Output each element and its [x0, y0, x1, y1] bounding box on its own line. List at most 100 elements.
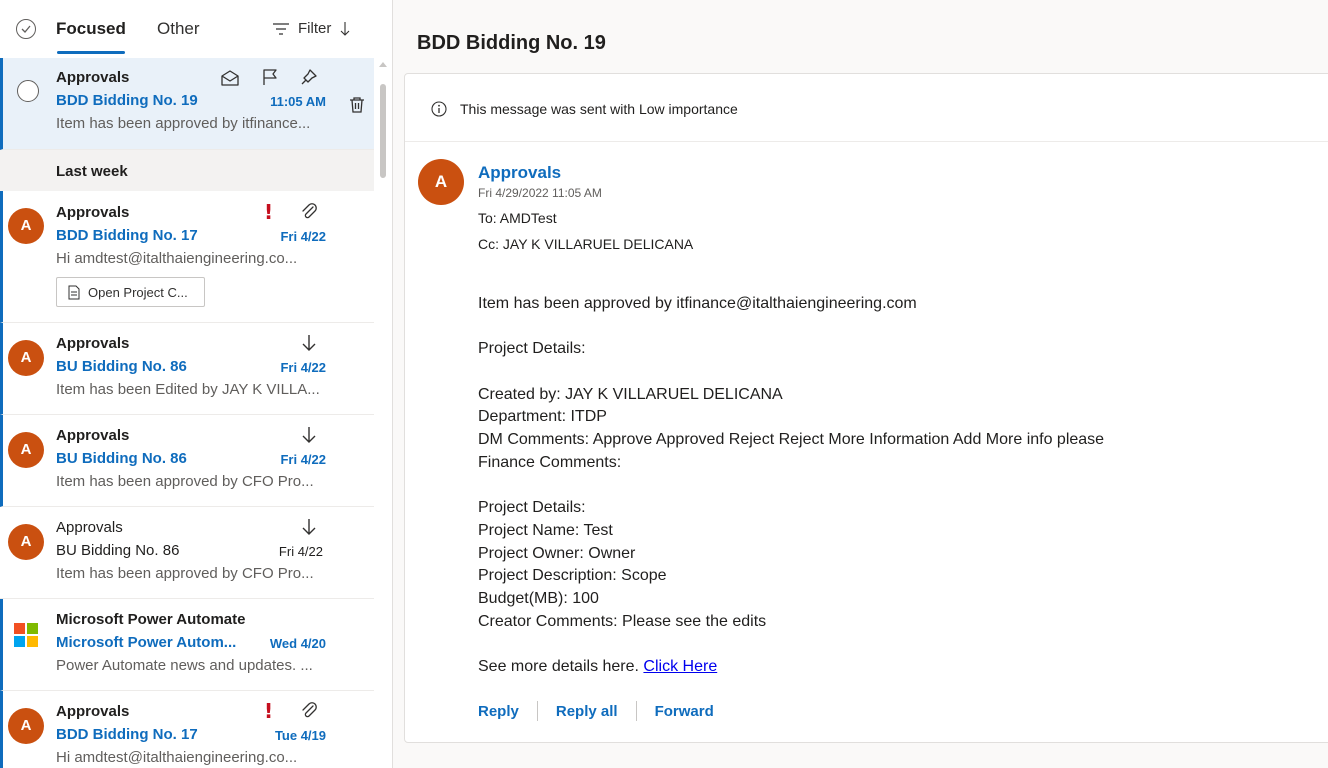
message-time: 11:05 AM [270, 94, 326, 109]
filter-label: Filter [298, 20, 332, 37]
attachment-chip[interactable]: Open Project C... [56, 277, 205, 307]
message-time: Fri 4/22 [278, 544, 323, 559]
avatar: A [8, 432, 44, 468]
body-line: Project Details: [478, 340, 586, 358]
message-body: Item has been approved by itfinance@ital… [478, 293, 1104, 679]
message-time: Wed 4/20 [269, 636, 326, 651]
filter-icon [273, 22, 289, 35]
avatar: A [8, 524, 44, 560]
check-icon [21, 25, 31, 33]
document-icon [68, 285, 80, 299]
sort-arrow-down-icon[interactable] [339, 21, 351, 37]
message-preview: Hi amdtest@italthaiengineering.co... [56, 250, 298, 267]
message-preview: Power Automate news and updates. ... [56, 657, 313, 674]
message-item-selected[interactable]: Approvals BDD Bidding No. 19 11:05 AM It… [0, 58, 374, 150]
message-list-pane: Focused Other Filter Approvals BDD Biddi… [0, 0, 393, 768]
select-all-checkbox[interactable] [16, 19, 36, 39]
message-subject: BU Bidding No. 86 [56, 450, 187, 467]
message-sender: Approvals [56, 427, 130, 444]
tab-focused-underline [57, 51, 125, 54]
attachment-paperclip-icon [300, 701, 318, 719]
message-time: Tue 4/19 [274, 728, 326, 743]
importance-notice-text: This message was sent with Low importanc… [460, 101, 738, 117]
attachment-label: Open Project C... [88, 284, 188, 300]
body-line: Creator Comments: Please see the edits [478, 612, 767, 630]
divider [635, 701, 637, 721]
message-date: Fri 4/29/2022 11:05 AM [478, 186, 602, 200]
avatar: A [8, 340, 44, 376]
message-preview: Item has been approved by itfinance... [56, 115, 311, 132]
message-item[interactable]: A Approvals BU Bidding No. 86 Fri 4/22 I… [0, 323, 374, 415]
message-sender: Microsoft Power Automate [56, 611, 246, 628]
message-sender: Approvals [56, 519, 123, 536]
group-header-label: Last week [56, 163, 128, 180]
message-subject: Microsoft Power Autom... [56, 634, 237, 651]
info-icon [431, 101, 447, 122]
reply-button[interactable]: Reply [478, 703, 519, 720]
tab-focused[interactable]: Focused [56, 19, 126, 39]
message-card: This message was sent with Low importanc… [404, 73, 1328, 743]
reading-pane-title: BDD Bidding No. 19 [417, 32, 606, 54]
message-list-header: Focused Other Filter [0, 0, 392, 58]
click-here-link[interactable]: Click Here [643, 658, 717, 675]
message-subject: BDD Bidding No. 19 [56, 92, 198, 109]
message-time: Fri 4/22 [280, 452, 326, 467]
message-sender: Approvals [56, 204, 130, 221]
message-subject: BDD Bidding No. 17 [56, 227, 198, 244]
message-item[interactable]: A Approvals BDD Bidding No. 17 Tue 4/19 … [0, 691, 374, 768]
flag-icon[interactable] [261, 68, 279, 86]
message-sender: Approvals [56, 703, 130, 720]
recipient-cc: Cc: JAY K VILLARUEL DELICANA [478, 236, 694, 252]
message-sender: Approvals [56, 335, 130, 352]
pin-icon[interactable] [300, 68, 318, 86]
message-item[interactable]: Microsoft Power Automate Microsoft Power… [0, 599, 374, 691]
message-subject: BDD Bidding No. 17 [56, 726, 198, 743]
select-message-radio[interactable] [17, 80, 39, 102]
sender-name[interactable]: Approvals [478, 163, 561, 183]
body-link-prefix: See more details here. [478, 658, 644, 675]
message-preview: Item has been Edited by JAY K VILLA... [56, 381, 320, 398]
microsoft-logo [14, 623, 38, 647]
message-list-scrollbar[interactable] [376, 58, 390, 768]
mark-read-envelope-icon[interactable] [220, 69, 240, 87]
message-item[interactable]: A Approvals BDD Bidding No. 17 Fri 4/22 … [0, 191, 374, 323]
message-sender: Approvals [56, 69, 130, 86]
body-line: Budget(MB): 100 [478, 589, 599, 607]
body-line: Item has been approved by itfinance@ital… [478, 295, 917, 312]
message-preview: Hi amdtest@italthaiengineering.co... [56, 749, 298, 766]
low-importance-arrow-icon [301, 426, 317, 444]
body-line: See more details here. Click Here [478, 656, 1104, 679]
sender-avatar[interactable]: A [418, 159, 464, 205]
scroll-thumb[interactable] [380, 84, 386, 178]
group-header-last-week: Last week [0, 150, 374, 191]
reply-all-button[interactable]: Reply all [556, 703, 618, 720]
filter-button[interactable]: Filter [272, 20, 351, 37]
scroll-up-arrow-icon[interactable] [379, 62, 387, 67]
message-item[interactable]: A Approvals BU Bidding No. 86 Fri 4/22 I… [0, 415, 374, 507]
high-importance-icon: ! [264, 200, 274, 224]
tab-other[interactable]: Other [157, 19, 200, 39]
message-time: Fri 4/22 [280, 229, 326, 244]
body-line: Finance Comments: [478, 453, 622, 471]
message-preview: Item has been approved by CFO Pro... [56, 473, 314, 490]
low-importance-arrow-icon [301, 518, 317, 536]
recipient-to: To: AMDTest [478, 210, 557, 226]
divider [536, 701, 538, 721]
forward-button[interactable]: Forward [655, 703, 714, 720]
message-subject: BU Bidding No. 86 [56, 542, 180, 559]
message-actions: Reply Reply all Forward [478, 701, 714, 721]
body-line: Project Description: Scope [478, 567, 667, 585]
body-line: Department: ITDP [478, 408, 607, 426]
delete-trash-icon[interactable] [348, 96, 366, 114]
high-importance-icon: ! [264, 699, 274, 723]
message-subject: BU Bidding No. 86 [56, 358, 187, 375]
body-line: DM Comments: Approve Approved Reject Rej… [478, 431, 1105, 449]
avatar: A [8, 208, 44, 244]
message-item[interactable]: A Approvals BU Bidding No. 86 Fri 4/22 I… [0, 507, 374, 599]
attachment-paperclip-icon [300, 202, 318, 220]
body-line: Project Details: [478, 499, 586, 517]
importance-notice-bar: This message was sent with Low importanc… [405, 74, 1328, 142]
message-time: Fri 4/22 [280, 360, 326, 375]
body-line: Project Name: Test [478, 521, 613, 539]
body-line: Created by: JAY K VILLARUEL DELICANA [478, 385, 783, 403]
